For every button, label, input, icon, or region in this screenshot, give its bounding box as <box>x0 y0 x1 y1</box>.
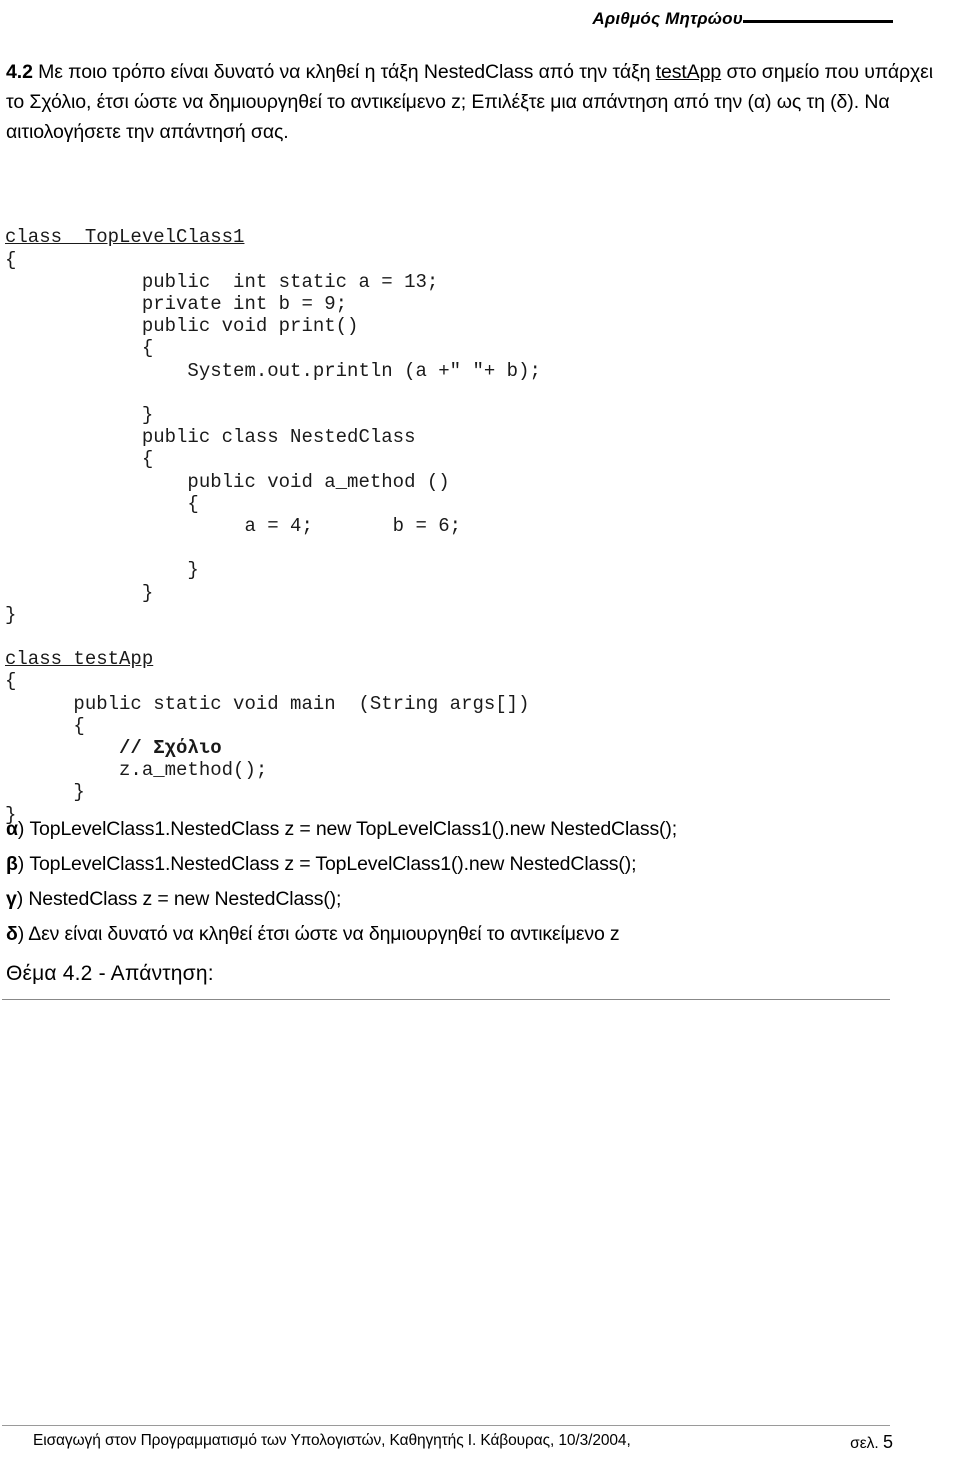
code-line: public int static a = 13; <box>5 270 439 293</box>
code-line: System.out.println (a +" "+ b); <box>5 359 541 382</box>
option-key: δ <box>6 923 18 945</box>
option-key: α <box>6 818 18 840</box>
code-comment-line: // Σχόλιο <box>5 737 222 760</box>
answer-options-list: α) TopLevelClass1.NestedClass z = new To… <box>6 812 906 952</box>
code-line: { <box>5 492 199 515</box>
question-underlined-term: testApp <box>655 61 722 83</box>
option-text: Δεν είναι δυνατό να κληθεί έτσι ώστε να … <box>24 923 620 945</box>
registration-number-label: Αριθμός Μητρώου <box>592 9 743 28</box>
code-line: } <box>5 404 154 427</box>
code-line: private int b = 9; <box>5 293 348 316</box>
code-class2-header: class testApp <box>5 648 154 671</box>
answer-option-gamma[interactable]: γ) NestedClass z = new NestedClass(); <box>6 882 906 917</box>
code-class1-header: class TopLevelClass1 <box>5 226 245 249</box>
footer-page-number: 5 <box>882 1432 893 1452</box>
code-line: } <box>5 559 199 582</box>
code-line: { <box>5 670 17 693</box>
footer-page-indicator: σελ. 5 <box>850 1432 893 1453</box>
page-header: Αριθμός Μητρώου <box>0 6 893 32</box>
code-line: { <box>5 337 154 360</box>
code-line: } <box>5 581 154 604</box>
option-key: β <box>6 853 18 875</box>
code-listing: class TopLevelClass1{ public int static … <box>5 182 705 870</box>
answer-option-delta[interactable]: δ) Δεν είναι δυνατό να κληθεί έτσι ώστε … <box>6 917 906 952</box>
option-text: TopLevelClass1.NestedClass z = TopLevelC… <box>24 853 637 875</box>
answer-section-divider <box>2 999 890 1000</box>
code-line: a = 4; b = 6; <box>5 515 462 538</box>
question-text-part-1: Με ποιο τρόπο είναι δυνατό να κληθεί η τ… <box>32 61 656 83</box>
answer-section-heading: Θέμα 4.2 - Απάντηση: <box>6 962 214 985</box>
footer-divider <box>2 1425 890 1426</box>
code-line: public void print() <box>5 315 359 338</box>
question-paragraph: 4.2 Με ποιο τρόπο είναι δυνατό να κληθεί… <box>6 57 936 147</box>
code-line: public class NestedClass <box>5 426 416 449</box>
code-line: { <box>5 714 85 737</box>
code-line: { <box>5 248 17 271</box>
code-line: { <box>5 448 154 471</box>
code-line: } <box>5 603 17 626</box>
answer-option-beta[interactable]: β) TopLevelClass1.NestedClass z = TopLev… <box>6 847 906 882</box>
code-line: public void a_method () <box>5 470 450 493</box>
code-line: } <box>5 781 85 804</box>
footer-page-label: σελ. <box>850 1435 879 1452</box>
option-key: γ <box>6 888 17 910</box>
answer-option-alpha[interactable]: α) TopLevelClass1.NestedClass z = new To… <box>6 812 906 847</box>
option-text: TopLevelClass1.NestedClass z = new TopLe… <box>24 818 678 840</box>
code-line: z.a_method(); <box>5 759 268 782</box>
code-line: public static void main (String args[]) <box>5 692 530 715</box>
question-number: 4.2 <box>6 61 33 83</box>
registration-number-blank-line <box>743 6 893 23</box>
footer-course-info: Εισαγωγή στον Προγραμματισμό των Υπολογι… <box>33 1432 631 1449</box>
option-text: NestedClass z = new NestedClass(); <box>23 888 342 910</box>
document-page: Αριθμός Μητρώου 4.2 Με ποιο τρόπο είναι … <box>0 0 960 1465</box>
